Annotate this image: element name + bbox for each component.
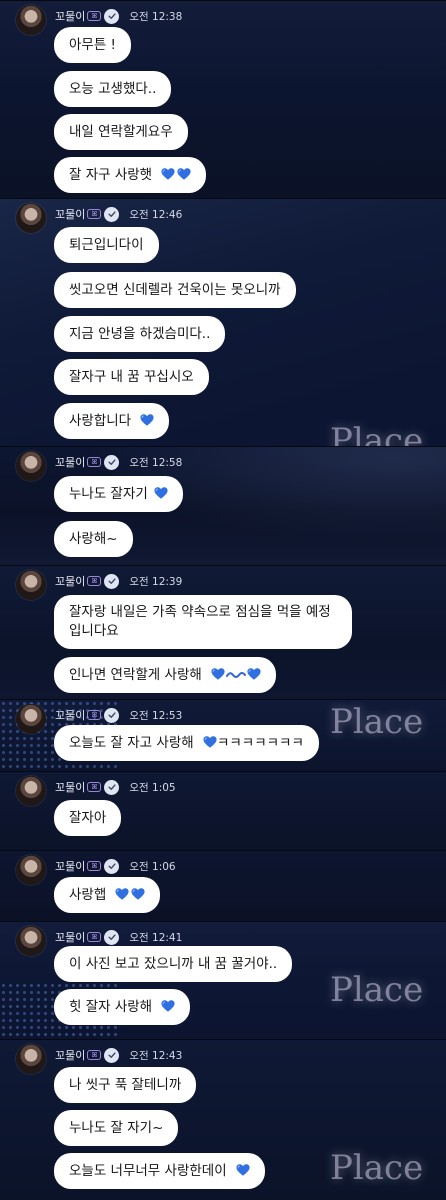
sender-name: 꼬물이: [55, 1049, 86, 1062]
band-badge-icon: ꕤ: [87, 209, 102, 219]
blue-heart-icon: [177, 168, 191, 180]
band-badge-icon: ꕤ: [87, 932, 102, 942]
band-badge-icon: ꕤ: [87, 576, 102, 586]
blue-heart-icon: [140, 414, 154, 426]
blue-heart-icon: [161, 1000, 175, 1012]
wave-tilde-icon: [226, 672, 247, 678]
message-block: Place 꼬물이 ꕤ 오전 12:53 오늘도 잘 자고 사랑해 ㅋㅋㅋㅋㅋㅋ…: [0, 699, 446, 771]
blue-heart-icon: [154, 487, 168, 499]
message-bubble[interactable]: 퇴근입니다이: [54, 227, 159, 263]
message-bubble[interactable]: 사랑합니다: [54, 403, 170, 439]
watermark-text: Place: [330, 1148, 424, 1188]
avatar[interactable]: [16, 451, 46, 481]
avatar[interactable]: [16, 776, 46, 806]
message-bubble[interactable]: 오늘도 너무너무 사랑한데이: [54, 1153, 265, 1189]
message-bubble[interactable]: 잘자랑 내일은 가족 약속으로 점심을 먹을 예정입니다요: [54, 595, 352, 649]
message-bubble[interactable]: 잘 자구 사랑햇: [54, 157, 207, 193]
band-badge-icon: ꕤ: [87, 782, 102, 792]
message-time: 오전 12:53: [129, 709, 183, 722]
verified-check-icon: [104, 929, 120, 945]
message-block: 꼬물이 ꕤ 오전 1:05 잘자아: [0, 771, 446, 850]
message-block: Place 꼬물이 ꕤ 오전 12:43 나 씻구 푹 잘테니까 누나도 잘 자…: [0, 1039, 446, 1200]
message-block: Place 꼬물이 ꕤ 오전 12:46 퇴근입니다이 씻고오면 신데렐라 건욱…: [0, 198, 446, 446]
message-bubble[interactable]: 오능 고생했다..: [54, 71, 172, 107]
message-time: 오전 12:41: [129, 931, 183, 944]
message-block: 꼬물이 ꕤ 오전 12:58 누나도 잘자기 사랑해~: [0, 446, 446, 565]
verified-check-icon: [104, 779, 120, 795]
blue-heart-icon: [247, 668, 261, 680]
message-bubble[interactable]: 누나도 잘자기: [54, 476, 184, 512]
avatar[interactable]: [16, 704, 46, 734]
message-block: 꼬물이 ꕤ 오전 1:06 사랑햅: [0, 850, 446, 921]
sender-name: 꼬물이: [55, 575, 86, 588]
message-bubble[interactable]: 잘자구 내 꿈 꾸십시오: [54, 359, 209, 395]
message-bubble[interactable]: 사랑해~: [54, 521, 133, 557]
sender-name: 꼬물이: [55, 931, 86, 944]
sender-name: 꼬물이: [55, 10, 86, 23]
message-time: 오전 12:38: [129, 10, 183, 23]
message-bubble[interactable]: 누나도 잘 자기~: [54, 1110, 179, 1146]
avatar[interactable]: [16, 1044, 46, 1074]
message-bubble[interactable]: 사랑햅: [54, 877, 160, 913]
sender-name: 꼬물이: [55, 709, 86, 722]
blue-heart-icon: [131, 888, 145, 900]
band-badge-icon: ꕤ: [87, 861, 102, 871]
chat-feed: 꼬물이 ꕤ 오전 12:38 아무튼 ! 오능 고생했다.. 내일 연락할게요우…: [0, 0, 446, 1200]
blue-heart-icon: [203, 736, 217, 748]
verified-check-icon: [104, 573, 120, 589]
verified-check-icon: [104, 707, 120, 723]
blue-heart-icon: [161, 168, 175, 180]
message-block: 꼬물이 ꕤ 오전 12:39 잘자랑 내일은 가족 약속으로 점심을 먹을 예정…: [0, 565, 446, 699]
sender-name: 꼬물이: [55, 208, 86, 221]
band-badge-icon: ꕤ: [87, 1050, 102, 1060]
message-time: 오전 12:39: [129, 575, 183, 588]
avatar[interactable]: [16, 570, 46, 600]
message-bubble[interactable]: 인나면 연락할게 사랑해: [54, 657, 277, 693]
blue-heart-icon: [211, 668, 225, 680]
verified-check-icon: [104, 858, 120, 874]
message-time: 오전 12:43: [129, 1049, 183, 1062]
sender-name: 꼬물이: [55, 456, 86, 469]
band-badge-icon: ꕤ: [87, 11, 102, 21]
message-bubble[interactable]: 지금 안녕을 하겠슴미다..: [54, 316, 226, 352]
message-time: 오전 12:58: [129, 456, 183, 469]
message-time: 오전 1:05: [129, 781, 176, 794]
verified-check-icon: [104, 1047, 120, 1063]
message-bubble[interactable]: 씻고오면 신데렐라 건욱이는 못오니까: [54, 272, 296, 308]
band-badge-icon: ꕤ: [87, 457, 102, 467]
message-block: 꼬물이 ꕤ 오전 12:38 아무튼 ! 오능 고생했다.. 내일 연락할게요우…: [0, 0, 446, 198]
message-bubble[interactable]: 잘자아: [54, 800, 122, 836]
message-bubble[interactable]: 나 씻구 푹 잘테니까: [54, 1067, 197, 1103]
sender-name: 꼬물이: [55, 781, 86, 794]
avatar[interactable]: [16, 926, 46, 956]
message-time: 오전 1:06: [129, 860, 176, 873]
message-bubble[interactable]: 이 사진 보고 잤으니까 내 꿈 꿀거야..: [54, 946, 293, 982]
avatar[interactable]: [16, 5, 46, 35]
message-bubble[interactable]: 힛 잘자 사랑해: [54, 989, 191, 1025]
message-block: Place 꼬물이 ꕤ 오전 12:41 이 사진 보고 잤으니까 내 꿈 꿀거…: [0, 921, 446, 1039]
message-time: 오전 12:46: [129, 208, 183, 221]
message-bubble[interactable]: 내일 연락할게요우: [54, 114, 188, 150]
avatar[interactable]: [16, 203, 46, 233]
band-badge-icon: ꕤ: [87, 710, 102, 720]
message-bubble[interactable]: 아무튼 !: [54, 27, 131, 63]
watermark-text: Place: [330, 421, 424, 446]
blue-heart-icon: [115, 888, 129, 900]
sender-name: 꼬물이: [55, 860, 86, 873]
avatar[interactable]: [16, 855, 46, 885]
watermark-text: Place: [330, 970, 424, 1010]
message-bubble[interactable]: 오늘도 잘 자고 사랑해 ㅋㅋㅋㅋㅋㅋㅋ: [54, 725, 319, 761]
blue-heart-icon: [236, 1164, 250, 1176]
verified-check-icon: [104, 206, 120, 222]
verified-check-icon: [104, 454, 120, 470]
verified-check-icon: [104, 8, 120, 24]
